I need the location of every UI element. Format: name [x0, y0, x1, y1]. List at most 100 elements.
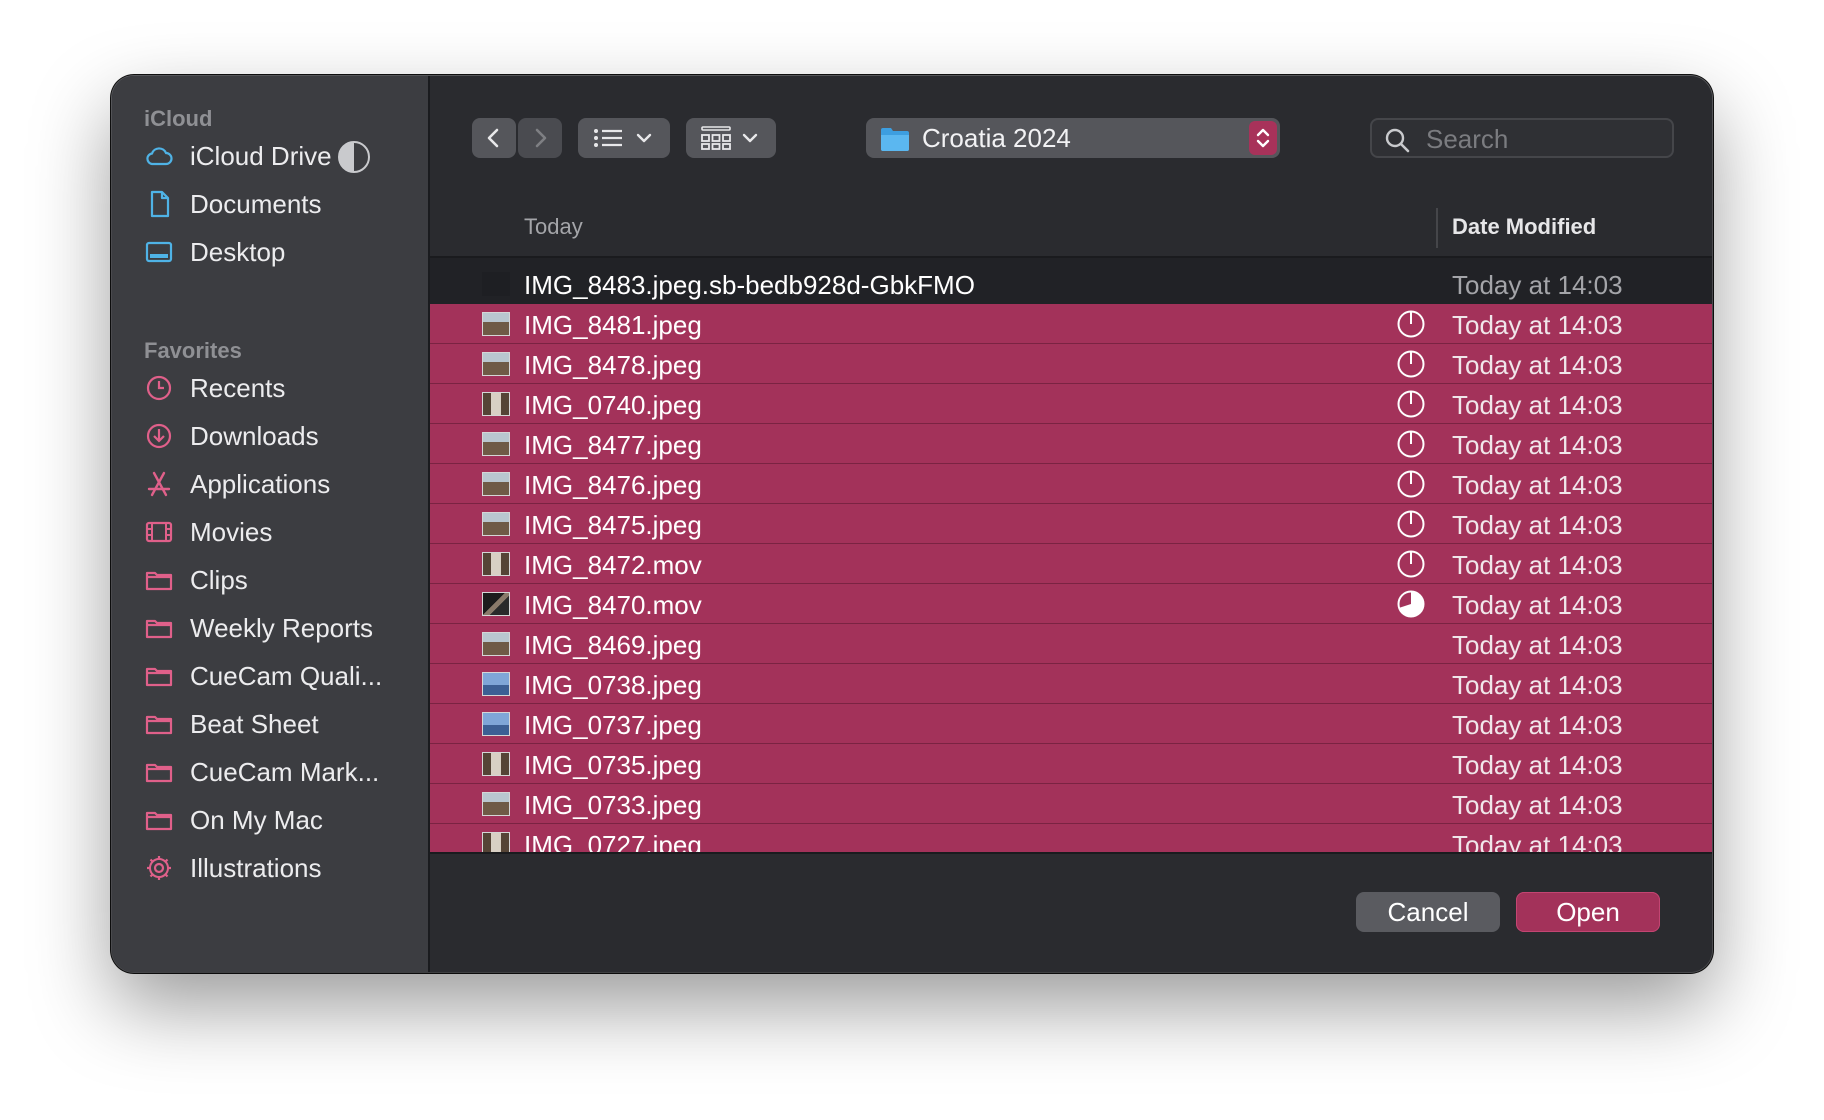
sidebar-section-favorites: Favorites [144, 338, 242, 363]
file-name: IMG_0737.jpeg [524, 710, 702, 740]
sidebar-item-label: iCloud Drive [190, 140, 332, 171]
sidebar-item-beat-sheet[interactable]: Beat Sheet [144, 702, 408, 746]
file-row[interactable]: IMG_0737.jpeg Today at 14:03 [430, 704, 1712, 744]
folder-icon [144, 661, 174, 691]
sidebar-item-icloud-drive[interactable]: iCloud Drive [144, 134, 408, 178]
sidebar-item-cuecam-mark[interactable]: CueCam Mark... [144, 750, 408, 794]
file-row[interactable]: IMG_8470.mov Today at 14:03 [430, 584, 1712, 624]
sidebar-item-illustrations[interactable]: Illustrations [144, 846, 408, 890]
date-column-header[interactable]: Date Modified [1452, 214, 1596, 240]
sidebar-item-recents[interactable]: Recents [144, 366, 408, 410]
chevron-down-icon [636, 133, 652, 143]
download-progress-icon [1397, 510, 1425, 538]
sidebar: iCloud iCloud Drive Documents Desktop Fa… [112, 76, 430, 972]
clock-icon [144, 373, 174, 403]
file-row[interactable]: IMG_0727.jpeg Today at 14:03 [430, 824, 1712, 852]
download-progress-icon [1397, 350, 1425, 378]
file-row[interactable]: IMG_8483.jpeg.sb-bedb928d-GbkFMO Today at… [430, 264, 1712, 304]
file-date: Today at 14:03 [1452, 390, 1623, 420]
film-icon [144, 517, 174, 547]
chevron-right-icon [535, 128, 547, 148]
sidebar-item-on-my-mac[interactable]: On My Mac [144, 798, 408, 842]
file-name: IMG_0735.jpeg [524, 750, 702, 780]
sidebar-item-desktop[interactable]: Desktop [144, 230, 408, 274]
file-list: IMG_8483.jpeg.sb-bedb928d-GbkFMO Today at… [430, 258, 1712, 852]
file-thumbnail [482, 392, 510, 416]
forward-button[interactable] [518, 118, 562, 158]
file-date: Today at 14:03 [1452, 830, 1623, 852]
list-icon [594, 129, 622, 147]
file-name: IMG_0738.jpeg [524, 670, 702, 700]
sidebar-section-icloud: iCloud [144, 106, 213, 131]
applications-icon [144, 469, 174, 499]
file-name: IMG_8483.jpeg.sb-bedb928d-GbkFMO [524, 270, 975, 300]
sidebar-item-label: Beat Sheet [190, 708, 319, 739]
sidebar-item-label: CueCam Mark... [190, 756, 380, 787]
file-date: Today at 14:03 [1452, 430, 1623, 460]
location-popup[interactable]: Croatia 2024 [866, 118, 1280, 158]
toolbar: Croatia 2024 [430, 76, 1712, 202]
sidebar-item-downloads[interactable]: Downloads [144, 414, 408, 458]
file-row[interactable]: IMG_8478.jpeg Today at 14:03 [430, 344, 1712, 384]
file-row[interactable]: IMG_8475.jpeg Today at 14:03 [430, 504, 1712, 544]
file-date: Today at 14:03 [1452, 710, 1623, 740]
name-column-header[interactable]: Today [524, 214, 583, 240]
file-date: Today at 14:03 [1452, 630, 1623, 660]
folder-icon [144, 757, 174, 787]
sidebar-item-documents[interactable]: Documents [144, 182, 408, 226]
file-thumbnail [482, 552, 510, 576]
search-field[interactable] [1370, 118, 1674, 158]
sidebar-item-label: CueCam Quali... [190, 660, 383, 691]
file-row[interactable]: IMG_8469.jpeg Today at 14:03 [430, 624, 1712, 664]
gear-icon [144, 853, 174, 883]
file-name: IMG_8476.jpeg [524, 470, 702, 500]
back-button[interactable] [472, 118, 516, 158]
file-thumbnail [482, 272, 510, 296]
sidebar-item-movies[interactable]: Movies [144, 510, 408, 554]
group-view-button[interactable] [686, 118, 776, 158]
folder-icon [881, 128, 909, 151]
file-row[interactable]: IMG_0735.jpeg Today at 14:03 [430, 744, 1712, 784]
file-row[interactable]: IMG_0733.jpeg Today at 14:03 [430, 784, 1712, 824]
file-date: Today at 14:03 [1452, 510, 1623, 540]
file-thumbnail [482, 512, 510, 536]
file-row[interactable]: IMG_8472.mov Today at 14:03 [430, 544, 1712, 584]
grid-icon [701, 126, 731, 150]
location-label: Croatia 2024 [922, 123, 1071, 153]
file-thumbnail [482, 752, 510, 776]
open-button[interactable]: Open [1516, 892, 1660, 932]
file-row[interactable]: IMG_0738.jpeg Today at 14:03 [430, 664, 1712, 704]
file-row[interactable]: IMG_8477.jpeg Today at 14:03 [430, 424, 1712, 464]
open-file-dialog: iCloud iCloud Drive Documents Desktop Fa… [112, 76, 1712, 972]
sidebar-item-cuecam-quali[interactable]: CueCam Quali... [144, 654, 408, 698]
file-row[interactable]: IMG_0740.jpeg Today at 14:03 [430, 384, 1712, 424]
file-name: IMG_8477.jpeg [524, 430, 702, 460]
file-row[interactable]: IMG_8481.jpeg Today at 14:03 [430, 304, 1712, 344]
cloud-icon [144, 141, 174, 171]
file-date: Today at 14:03 [1452, 270, 1623, 300]
sidebar-item-label: Movies [190, 516, 273, 547]
file-name: IMG_0727.jpeg [524, 830, 702, 852]
sidebar-item-label: Downloads [190, 420, 319, 451]
file-thumbnail [482, 632, 510, 656]
column-divider[interactable] [1436, 208, 1438, 248]
dialog-footer: Cancel Open [430, 852, 1712, 972]
search-icon [1385, 128, 1410, 153]
download-icon [144, 421, 174, 451]
file-thumbnail [482, 672, 510, 696]
list-view-button[interactable] [578, 118, 670, 158]
cancel-button[interactable]: Cancel [1356, 892, 1500, 932]
sidebar-item-label: On My Mac [190, 804, 323, 835]
sidebar-item-applications[interactable]: Applications [144, 462, 408, 506]
file-thumbnail [482, 712, 510, 736]
sidebar-item-clips[interactable]: Clips [144, 558, 408, 602]
file-date: Today at 14:03 [1452, 750, 1623, 780]
download-progress-icon [1397, 310, 1425, 338]
download-progress-icon [1397, 390, 1425, 418]
file-row[interactable]: IMG_8476.jpeg Today at 14:03 [430, 464, 1712, 504]
column-header: Today Date Modified [430, 200, 1712, 258]
file-name: IMG_8481.jpeg [524, 310, 702, 340]
sidebar-item-weekly-reports[interactable]: Weekly Reports [144, 606, 408, 650]
file-thumbnail [482, 432, 510, 456]
search-input[interactable] [1424, 122, 1668, 156]
